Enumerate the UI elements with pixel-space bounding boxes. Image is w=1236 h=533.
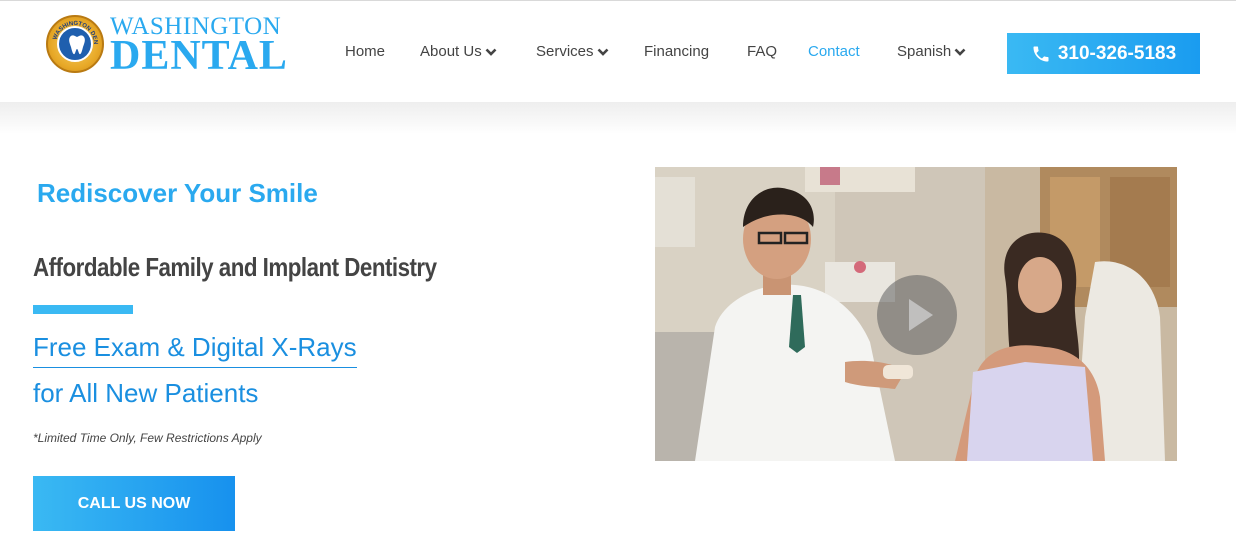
nav-item-label: Contact — [808, 43, 860, 60]
header-shadow-band — [0, 102, 1236, 134]
nav-item-label: About Us — [420, 43, 482, 60]
nav-item-label: Spanish — [897, 43, 952, 60]
offer-subline: for All New Patients — [33, 378, 259, 408]
nav-item-financing[interactable]: Financing — [644, 41, 709, 63]
nav-item-spanish[interactable]: Spanish — [897, 41, 966, 63]
video-player[interactable] — [655, 167, 1177, 461]
site-header: WASHINGTON DENTAL WASHINGTON DENTAL Home… — [0, 1, 1236, 102]
nav-item-label: Home — [345, 43, 386, 60]
nav-item-contact[interactable]: Contact — [808, 41, 860, 63]
offer-headline: Free Exam & Digital X-Rays — [33, 332, 357, 368]
nav-item-home[interactable]: Home — [345, 41, 385, 63]
phone-icon — [1033, 46, 1049, 61]
chevron-down-icon — [597, 48, 608, 56]
offer-disclaimer: *Limited Time Only, Few Restrictions App… — [33, 431, 262, 445]
nav-item-label: FAQ — [747, 43, 778, 60]
nav-item-services[interactable]: Services — [536, 41, 609, 63]
phone-button[interactable]: 310-326-5183 — [1007, 33, 1200, 74]
seal-icon: WASHINGTON DENTAL — [46, 15, 104, 73]
chevron-down-icon — [954, 48, 966, 56]
nav-item-label: Financing — [644, 43, 710, 60]
hero-title: Affordable Family and Implant Dentistry — [33, 252, 437, 282]
nav-item-faq[interactable]: FAQ — [747, 41, 777, 63]
hero-kicker: Rediscover Your Smile — [37, 178, 318, 208]
phone-number: 310-326-5183 — [1057, 42, 1177, 64]
play-icon — [909, 299, 933, 331]
nav-item-label: Services — [536, 43, 594, 60]
logo[interactable]: WASHINGTON DENTAL WASHINGTON DENTAL — [46, 13, 306, 77]
accent-bar — [33, 305, 133, 314]
logo-name-bottom: DENTAL — [110, 33, 288, 79]
tooth-icon — [69, 35, 85, 55]
chevron-down-icon — [485, 48, 497, 56]
nav-item-about-us[interactable]: About Us — [420, 41, 497, 63]
call-us-now-button[interactable]: CALL US NOW — [33, 476, 235, 531]
play-button[interactable] — [877, 275, 957, 355]
